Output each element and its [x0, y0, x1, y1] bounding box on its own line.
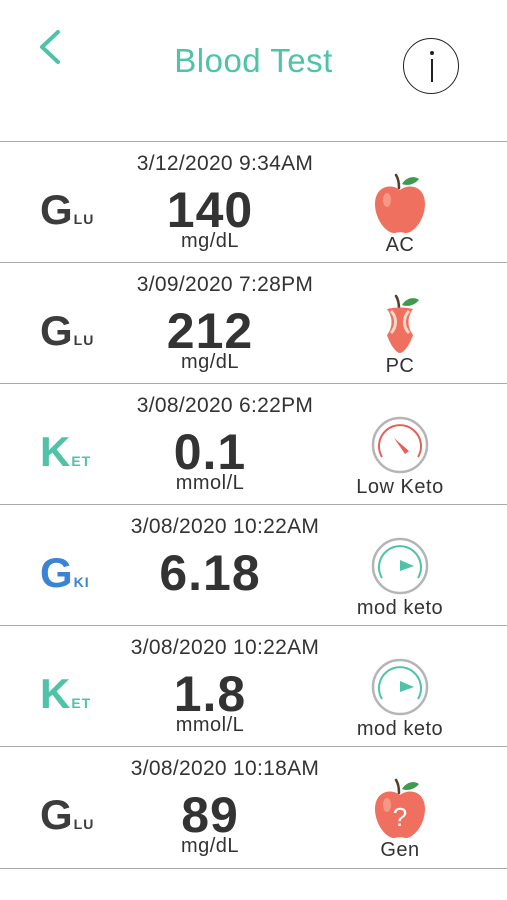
header: Blood Test: [0, 0, 507, 142]
reading-row[interactable]: 3/08/2020 10:18AM GLU 89 mg/dL ? Gen: [0, 746, 507, 869]
reading-row[interactable]: 3/08/2020 6:22PM KET 0.1 mmol/L Low Keto: [0, 383, 507, 504]
keto-tag: mod keto: [356, 718, 444, 740]
reading-date: 3/08/2020 10:18AM: [130, 757, 320, 780]
reading-value: 140: [166, 182, 254, 238]
gauge-mod-icon: [369, 654, 431, 720]
reading-value: 0.1: [173, 424, 247, 480]
reading-date: 3/12/2020 9:34AM: [136, 152, 314, 175]
meal-tag: Gen: [380, 839, 420, 861]
gauge-low-icon: [369, 412, 431, 478]
reading-value: 212: [166, 303, 254, 359]
meal-tag: AC: [385, 234, 415, 256]
info-icon: [430, 51, 434, 55]
reading-date: 3/09/2020 7:28PM: [136, 273, 314, 296]
meal-tag: PC: [385, 355, 415, 377]
keto-tag: mod keto: [356, 597, 444, 619]
readings-list: 3/12/2020 9:34AM GLU 140 mg/dL AC 3/09/2…: [0, 141, 507, 869]
apple-core-icon: [369, 291, 431, 357]
reading-value: 1.8: [173, 666, 247, 722]
gauge-mod-icon: [369, 533, 431, 599]
reading-value: 89: [181, 787, 239, 843]
reading-unit: mg/dL: [180, 230, 240, 252]
reading-value: 6.18: [159, 545, 261, 601]
reading-date: 3/08/2020 10:22AM: [130, 515, 320, 538]
reading-unit: mg/dL: [180, 835, 240, 857]
svg-text:?: ?: [393, 802, 407, 832]
reading-row[interactable]: 3/12/2020 9:34AM GLU 140 mg/dL AC: [0, 141, 507, 262]
apple-question-icon: ?: [369, 775, 431, 841]
reading-type: KET: [40, 670, 92, 717]
reading-type: GKI: [40, 549, 90, 596]
reading-type: GLU: [40, 791, 95, 838]
reading-type: GLU: [40, 307, 95, 354]
reading-row[interactable]: 3/08/2020 10:22AM GKI 6.18 mod keto: [0, 504, 507, 625]
reading-unit: mmol/L: [175, 472, 245, 494]
reading-type: KET: [40, 428, 92, 475]
reading-unit: mmol/L: [175, 714, 245, 736]
keto-tag: Low Keto: [356, 476, 444, 498]
reading-unit: mg/dL: [180, 351, 240, 373]
reading-date: 3/08/2020 10:22AM: [130, 636, 320, 659]
reading-date: 3/08/2020 6:22PM: [136, 394, 314, 417]
apple-icon: [369, 170, 431, 236]
info-button[interactable]: [403, 38, 459, 94]
reading-type: GLU: [40, 186, 95, 233]
reading-row[interactable]: 3/09/2020 7:28PM GLU 212 mg/dL PC: [0, 262, 507, 383]
reading-row[interactable]: 3/08/2020 10:22AM KET 1.8 mmol/L mod ket…: [0, 625, 507, 746]
